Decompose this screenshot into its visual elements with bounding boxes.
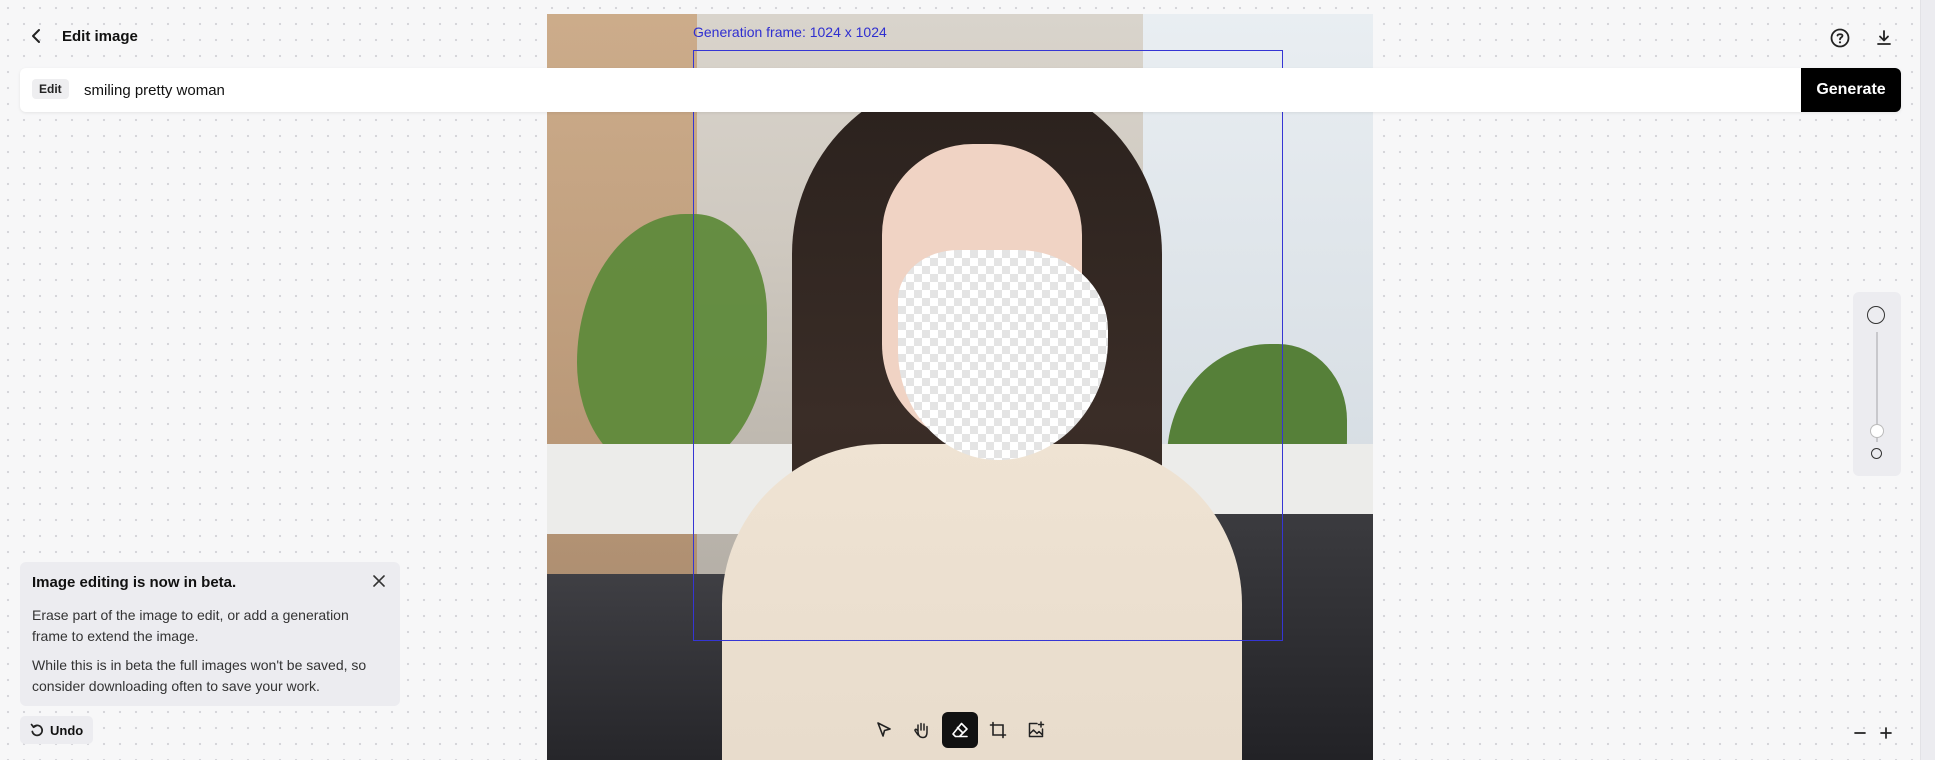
arrow-left-icon <box>32 29 40 43</box>
page-title: Edit image <box>62 28 138 45</box>
small-brush-icon <box>1871 448 1882 459</box>
beta-info-title: Image editing is now in beta. <box>32 574 237 591</box>
generate-button[interactable]: Generate <box>1801 68 1901 112</box>
select-tool[interactable] <box>866 712 902 748</box>
generation-frame[interactable] <box>693 50 1283 641</box>
brush-size-slider-thumb[interactable] <box>1871 425 1883 437</box>
frame-icon <box>989 721 1007 739</box>
eraser-tool[interactable] <box>942 712 978 748</box>
minus-icon <box>1854 732 1866 734</box>
generation-frame-tool[interactable] <box>980 712 1016 748</box>
image-add-icon <box>1028 721 1045 738</box>
plus-icon <box>1880 727 1892 739</box>
edit-mode-tag: Edit <box>32 79 69 99</box>
eraser-icon <box>952 722 968 738</box>
large-brush-icon <box>1867 306 1885 324</box>
download-button[interactable] <box>1872 26 1896 50</box>
prompt-bar: Edit Generate <box>20 68 1901 112</box>
generation-frame-label: Generation frame: 1024 x 1024 <box>693 24 887 40</box>
scrollbar[interactable] <box>1920 0 1935 760</box>
zoom-out-button[interactable] <box>1850 723 1870 743</box>
help-button[interactable] <box>1828 26 1852 50</box>
beta-info-text: While this is in beta the full images wo… <box>32 657 367 694</box>
undo-label: Undo <box>50 722 84 738</box>
undo-icon <box>30 723 44 737</box>
close-info-button[interactable] <box>370 574 388 592</box>
undo-button[interactable]: Undo <box>20 716 93 744</box>
pan-tool[interactable] <box>904 712 940 748</box>
help-circle-icon <box>1830 28 1850 48</box>
canvas-toolbar <box>866 712 1054 748</box>
add-image-tool[interactable] <box>1018 712 1054 748</box>
zoom-in-button[interactable] <box>1876 723 1896 743</box>
beta-info-text: Erase part of the image to edit, or add … <box>32 607 349 644</box>
back-button[interactable] <box>26 27 48 49</box>
hand-icon <box>914 722 928 739</box>
close-icon <box>373 575 385 587</box>
brush-size-panel <box>1853 292 1901 476</box>
beta-info-card: Image editing is now in beta. Erase part… <box>20 562 400 706</box>
cursor-icon <box>877 722 891 737</box>
download-icon <box>1877 30 1891 45</box>
prompt-input[interactable] <box>84 74 1784 106</box>
